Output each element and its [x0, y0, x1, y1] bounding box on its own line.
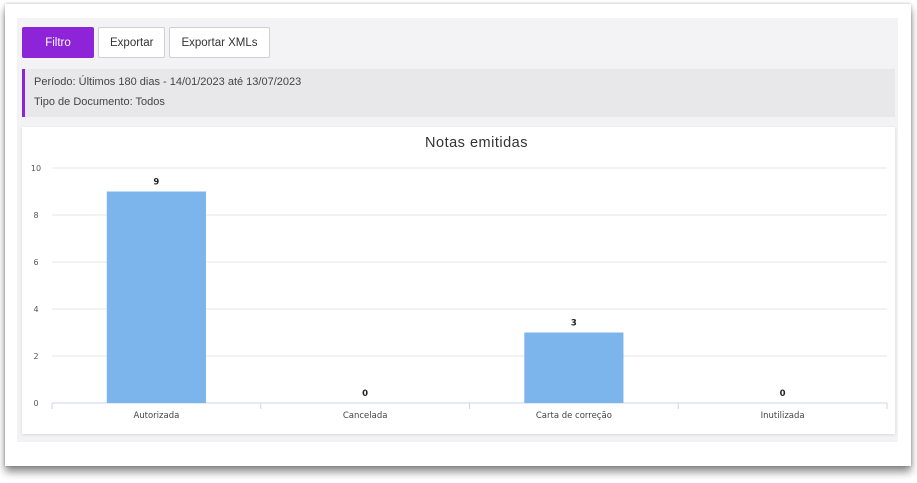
y-tick-label: 10 — [31, 164, 41, 173]
x-tick-label: Carta de correção — [536, 411, 612, 421]
y-tick-label: 2 — [33, 352, 38, 361]
bar-carta-de-correção — [524, 332, 624, 403]
y-tick-label: 8 — [33, 211, 38, 220]
chart-title: Notas emitidas — [425, 135, 528, 151]
export-button[interactable]: Exportar — [98, 27, 166, 58]
data-label: 3 — [571, 319, 577, 329]
data-label: 9 — [153, 178, 159, 188]
x-tick-label: Inutilizada — [761, 411, 805, 421]
x-tick-label: Autorizada — [133, 411, 179, 421]
data-label: 0 — [362, 389, 368, 399]
document-type-text: Tipo de Documento: Todos — [34, 96, 165, 108]
chart-card: Notas emitidas 0 2 4 6 8 10 9 Autorizada 0 Cancela… — [22, 127, 895, 434]
period-text: Período: Últimos 180 dias - 14/01/2023 a… — [34, 76, 302, 88]
filter-summary: Período: Últimos 180 dias - 14/01/2023 a… — [22, 69, 895, 117]
data-label: 0 — [780, 389, 786, 399]
y-tick-label: 6 — [33, 258, 38, 267]
toolbar: Filtro Exportar Exportar XMLs — [22, 27, 270, 58]
filter-button[interactable]: Filtro — [22, 27, 94, 58]
bar-autorizada — [106, 191, 206, 403]
export-xml-button[interactable]: Exportar XMLs — [169, 27, 270, 58]
y-tick-label: 0 — [33, 399, 38, 408]
y-tick-label: 4 — [33, 305, 38, 314]
bar-chart: Notas emitidas 0 2 4 6 8 10 9 Autorizada 0 Cancela… — [31, 135, 888, 421]
x-tick-label: Cancelada — [343, 411, 388, 421]
